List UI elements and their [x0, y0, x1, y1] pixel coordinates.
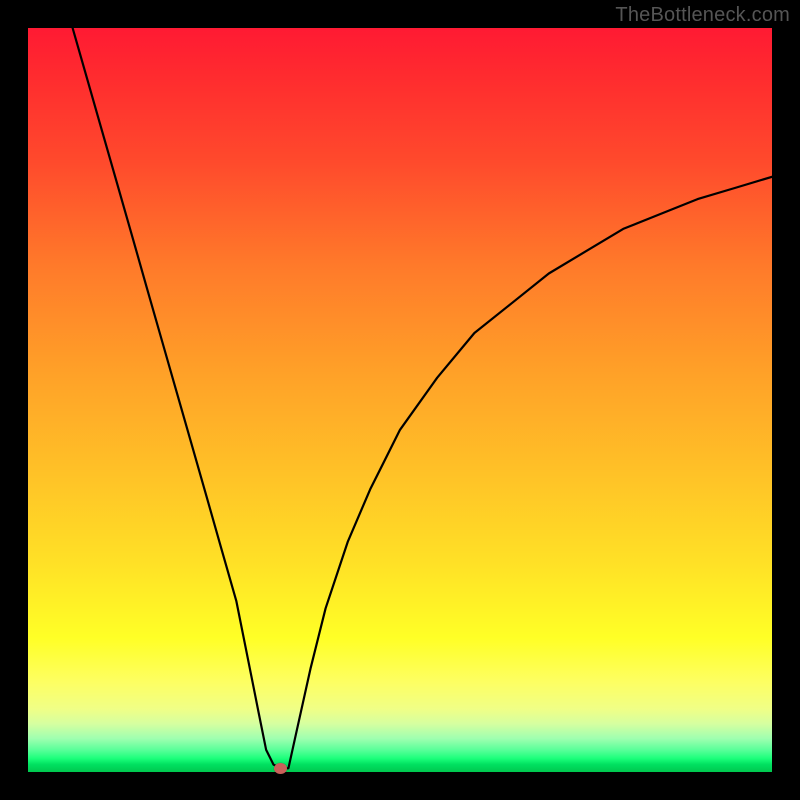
chart-frame: TheBottleneck.com	[0, 0, 800, 800]
watermark-text: TheBottleneck.com	[615, 4, 790, 27]
curve-svg	[28, 28, 772, 772]
plot-area	[28, 28, 772, 772]
minimum-marker	[274, 763, 287, 774]
bottleneck-curve	[73, 28, 772, 768]
